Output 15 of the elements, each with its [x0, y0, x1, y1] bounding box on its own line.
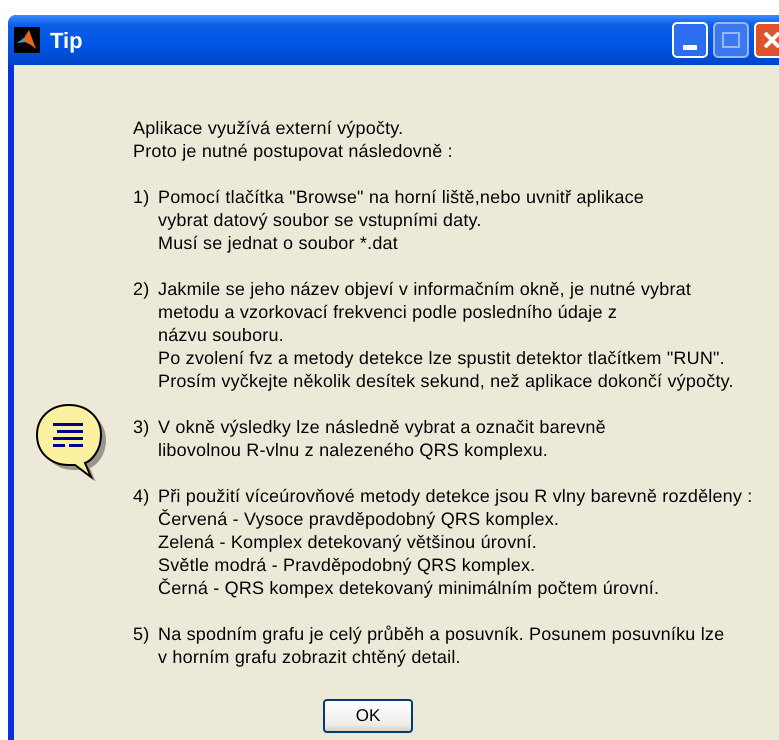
close-icon: [762, 30, 779, 50]
app-logo-icon: [14, 27, 40, 53]
window-title: Tip: [50, 26, 83, 55]
tip-bubble-icon: [35, 403, 107, 481]
ok-button[interactable]: OK: [323, 699, 413, 733]
tip-paragraph: 2) Jakmile se jeho název objeví v informačním okně, je nutné vybrat metodu a vzorkovací frekvenci podle posledního údaje z názvu souboru. Po zvolení fvz a metody detekce lze spustit detektor tlačítkem "RUN". Prosím vyčkejte několik desítek sekund, než aplikace dokončí výpočty.: [133, 278, 735, 393]
maximize-button[interactable]: [713, 22, 749, 58]
tip-paragraph: 1) Pomocí tlačítka "Browse" na horní liště,nebo uvnitř aplikace vybrat datový soubor se vstupními daty. Musí se jednat o soubor *.dat: [133, 186, 646, 255]
tip-paragraph: 5) Na spodním grafu je celý průběh a posuvník. Posunem posuvníku lze v horním grafu zobrazit chtěný detail.: [133, 623, 726, 669]
minimize-button[interactable]: [672, 22, 708, 58]
minimize-icon: [683, 45, 697, 50]
tip-paragraph: 4) Při použití víceúrovňové metody detekce jsou R vlny barevně rozděleny : Červená - Vysoce pravděpodobný QRS komplex. Zelená - Komplex detekovaný většinou úrovní. Světle modrá - Pravděpodobný QRS komplex. Černá - QRS kompex detekovaný minimálním počtem úrovní.: [133, 485, 752, 600]
tip-paragraph: 3) V okně výsledky lze následně vybrat a označit barevně libovolnou R-vlnu z nalezeného QRS komplexu.: [133, 416, 607, 462]
tip-paragraph: Aplikace využívá externí výpočty. Proto je nutné postupovat následovně :: [133, 117, 454, 163]
maximize-icon: [722, 32, 740, 48]
